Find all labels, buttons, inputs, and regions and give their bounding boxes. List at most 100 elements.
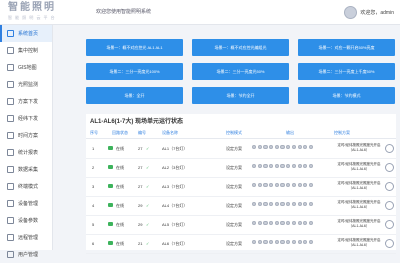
circuit-id: 27 [138,184,143,189]
sidebar-item-label: 设备参数 [18,218,39,224]
output-dot [308,221,314,226]
scene-button[interactable]: 场景一：概不对应控光编组光 [192,39,289,56]
terminal-icon [7,183,14,190]
device-name: AL4（7台灯） [162,203,188,208]
output-dot [286,145,291,150]
column-header: 控制方案 [334,130,350,135]
scheme-button[interactable] [385,182,394,191]
sidebar-item[interactable]: 数据采集 [0,161,52,178]
sidebar-item[interactable]: 设备管理 [0,195,52,212]
sidebar-item[interactable]: 设备参数 [0,212,52,229]
output-dot [297,221,302,226]
output-dot [263,221,268,226]
control-mode: 设定方案 [226,222,242,227]
scene-button[interactable]: 场景二：三分一亮度上千度50% [298,63,395,80]
online-status: 在线 [116,165,124,170]
power-toggle[interactable] [108,165,113,169]
control-scheme: 定时/经纬按照光照度光开启（AL1-AL6） [337,200,381,209]
scheme-button[interactable] [385,239,394,248]
sidebar-item-label: 统计报表 [18,150,39,156]
sidebar-item-label: 远程管理 [18,235,39,241]
output-dot [286,202,291,207]
output-dot [280,164,285,169]
status-table: AL1-AL6(1-7大) 现场单元运行状态 序号 回路状态 编号 设备名称 控制模式 输… [86,114,396,254]
output-dot [252,202,257,207]
control-mode: 设定方案 [226,241,242,246]
gps-icon [7,115,14,122]
power-toggle[interactable] [108,222,113,226]
output-dot [263,183,268,188]
scheme-button[interactable] [385,163,394,172]
power-toggle[interactable] [108,241,113,245]
sidebar-item[interactable]: 系统首页 [0,25,52,42]
sidebar-item[interactable]: 用户管理 [0,246,52,263]
sidebar-item-label: GIS地图 [18,65,37,71]
output-dot [257,240,262,245]
data-icon [7,166,14,173]
scene-button[interactable]: 场景：节约模式 [298,87,395,104]
online-status: 在线 [116,222,124,227]
sidebar-item[interactable]: GIS地图 [0,59,52,76]
column-header: 编号 [138,130,146,135]
output-indicators [252,240,314,245]
logo-text: 智能照明 [8,2,56,13]
sidebar-item[interactable]: 光照监测 [0,76,52,93]
avatar[interactable] [344,6,358,19]
scene-button[interactable]: 场景一：概不对应控光 AL1 AL1 [86,39,183,56]
output-dot [257,145,262,150]
control-scheme: 定时/经纬按照光照度光开启（AL1-AL6） [337,162,381,171]
sidebar-item[interactable]: 远程管理 [0,229,52,246]
scene-button[interactable]: 场景一：对应一颗开启50%亮度 [298,39,395,56]
control-scheme: 定时/经纬按照光照度光开启（AL1-AL6） [337,219,381,228]
check-icon: ✓ [146,241,150,246]
check-icon: ✓ [146,146,150,151]
home-icon [7,30,14,37]
sidebar-item-label: 时间方案 [18,133,39,139]
sidebar-item-label: 集中控制 [18,48,39,54]
logo: 智能照明 智 能 照 明 云 平 台 [8,3,90,22]
sidebar-item-label: 终端模式 [18,184,39,190]
power-toggle[interactable] [108,146,113,150]
sidebar-item[interactable]: 方案下发 [0,93,52,110]
online-status: 在线 [116,146,124,151]
user-area[interactable]: 欢迎您，admin [344,6,394,19]
output-dot [263,145,268,150]
remote-icon [7,234,14,241]
output-indicators [252,164,314,169]
sidebar-item[interactable]: 统计报表 [0,144,52,161]
light-icon [7,81,14,88]
power-toggle[interactable] [108,184,113,188]
sidebar-item[interactable]: 经纬下发 [0,110,52,127]
output-indicators [252,183,314,188]
circuit-id: 27 [138,165,143,170]
device-name: AL5（7台灯） [162,222,188,227]
online-status: 在线 [116,184,124,189]
scene-button[interactable]: 场景二：三分一亮度光50% [192,63,289,80]
scheme-button[interactable] [385,144,394,153]
table-header: 序号 回路状态 编号 设备名称 控制模式 输出 控制方案 [86,128,396,139]
output-dot [286,221,291,226]
scene-button[interactable]: 场景：全开 [86,87,183,104]
sidebar-item[interactable]: 终端模式 [0,178,52,195]
output-dot [252,164,257,169]
device-icon [7,200,14,207]
output-dot [252,240,257,245]
scene-button[interactable]: 场景二：三分一亮度光100% [86,63,183,80]
sidebar-item[interactable]: 时间方案 [0,127,52,144]
table-row: 6 在线 21 ✓ AL6（7台灯） 设定方案 定时/经纬按照光照度光开启（AL1-AL6） [86,234,396,254]
column-header: 控制模式 [226,130,242,135]
power-toggle[interactable] [108,203,113,207]
scene-button[interactable]: 场景：节约全开 [192,87,289,104]
output-dot [303,202,308,207]
scheme-button[interactable] [385,201,394,210]
scheme-button[interactable] [385,220,394,229]
table-row: 4 在线 29 ✓ AL4（7台灯） 设定方案 定时/经纬按照光照度光开启（AL1-AL6） [86,196,396,216]
row-number: 2 [92,165,95,170]
row-number: 5 [92,222,95,227]
output-dot [280,240,285,245]
sidebar-item[interactable]: 集中控制 [0,42,52,59]
output-dot [269,183,274,188]
device-name: AL1（7台灯） [162,146,188,151]
user-greeting: 欢迎您，admin [360,10,394,16]
circuit-id: 21 [138,241,143,246]
